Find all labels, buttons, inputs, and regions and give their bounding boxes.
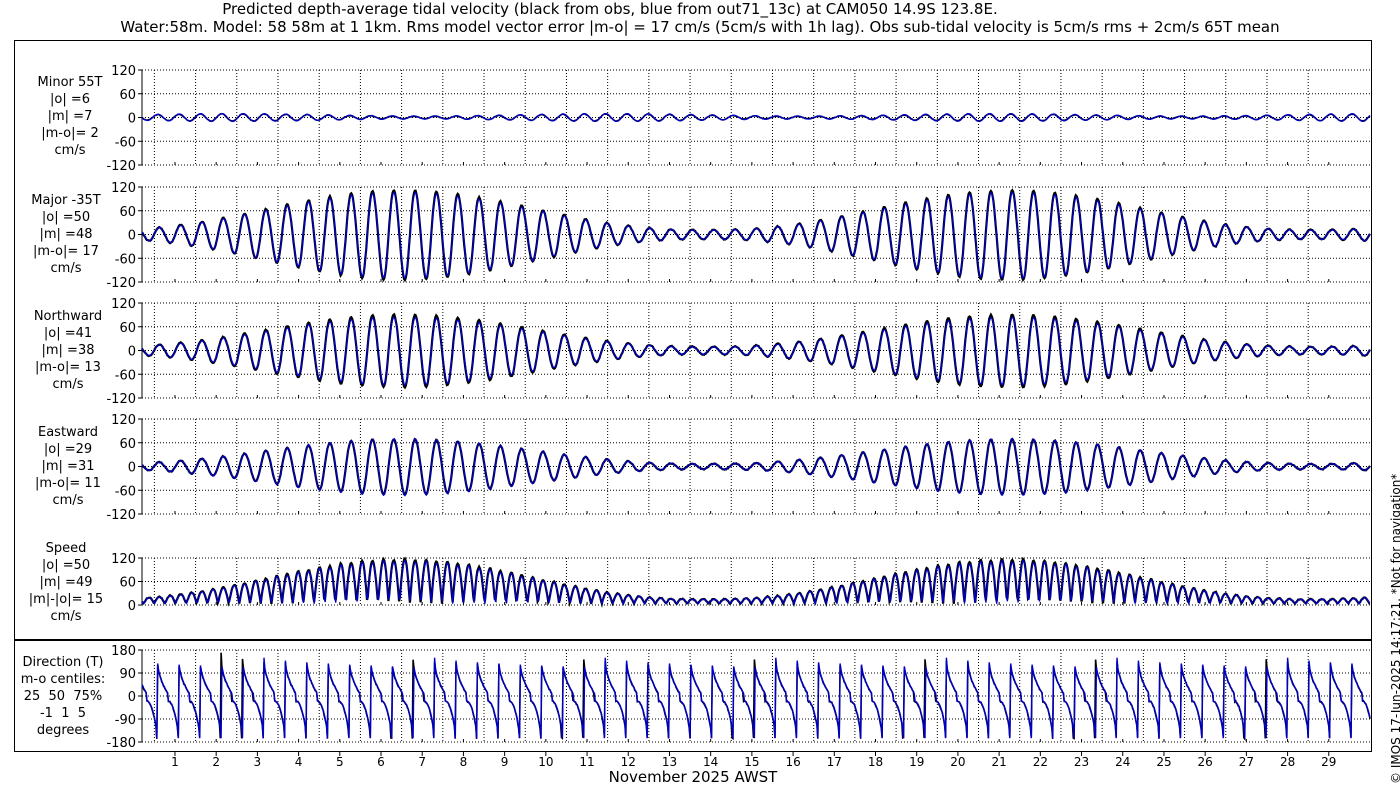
x-tick-label: 27: [1239, 755, 1254, 769]
panel-label-line: |m| =31: [41, 459, 95, 474]
subplot-direction: -180-900901801 2 3 4 5 6 7 8 9 10 11 12 13 14 15 16 17 18…: [106, 644, 1371, 769]
y-tick-label: 0: [128, 690, 136, 705]
panel-label-line: Major -35T: [31, 193, 101, 208]
series-model-line-minor: [141, 112, 1371, 123]
x-tick-label: 2: [212, 755, 220, 769]
y-tick-label: 0: [128, 599, 136, 614]
y-tick-label: 0: [128, 345, 136, 360]
panel-label-line: 25 50 75%: [23, 689, 103, 704]
panel-label-line: |m| =38: [41, 343, 95, 358]
x-tick-label: 23: [1074, 755, 1089, 769]
x-tick-label: 7: [418, 755, 426, 769]
x-tick-label: 20: [950, 755, 965, 769]
panel-label-line: |o| =50: [41, 210, 91, 225]
x-tick-label: 6: [377, 755, 385, 769]
x-tick-label: 24: [1115, 755, 1130, 769]
x-tick-label: 5: [336, 755, 344, 769]
panel-label-line: m-o centiles:: [20, 672, 106, 687]
x-tick-label: 9: [501, 755, 509, 769]
panel-label-line: Minor 55T: [37, 75, 103, 90]
panel-label-north: Northward |o| =41 |m| =38 |m-o|= 13 cm/s: [8, 308, 128, 393]
panel-label-line: |m-o|= 13: [35, 360, 101, 375]
y-tick-label: -120: [106, 159, 136, 174]
panel-label-line: |m|-|o|= 15: [28, 592, 104, 607]
x-tick-label: 25: [1156, 755, 1171, 769]
x-tick-label: 14: [703, 755, 718, 769]
panel-label-line: cm/s: [50, 261, 82, 276]
panel-label-line: Northward: [33, 309, 103, 324]
x-tick-label: 15: [744, 755, 759, 769]
x-tick-label: 12: [621, 755, 636, 769]
subplot-minor: -120-60060120: [106, 64, 1371, 174]
panel-label-east: Eastward |o| =29 |m| =31 |m-o|= 11 cm/s: [8, 424, 128, 509]
panel-label-line: |m| =49: [39, 575, 93, 590]
panel-label-speed: Speed |o| =50 |m| =49 |m|-|o|= 15 cm/s: [6, 540, 126, 625]
series-obs-line-north: [141, 312, 1371, 390]
subplot-speed: 060120: [111, 552, 1371, 614]
panel-label-line: |m| =48: [39, 227, 93, 242]
x-tick-label: 13: [662, 755, 677, 769]
x-tick-label: 4: [295, 755, 303, 769]
x-tick-label: 22: [1033, 755, 1048, 769]
subplot-major: -120-60060120: [106, 181, 1371, 291]
panel-label-line: -1 1 5: [39, 706, 87, 721]
panel-label-line: |o| =6: [49, 92, 90, 107]
x-tick-label: 18: [868, 755, 883, 769]
panel-label-line: Speed: [45, 541, 87, 556]
series-model-line-north: [141, 316, 1371, 387]
panel-label-line: |o| =41: [43, 326, 93, 341]
x-tick-label: 29: [1321, 755, 1336, 769]
x-tick-label: 19: [909, 755, 924, 769]
y-tick-label: 0: [128, 461, 136, 476]
y-tick-label: -120: [106, 508, 136, 523]
tidal-velocity-chart: -120-60060120-120-60060120-120-60060120-…: [14, 64, 1372, 769]
copyright-footnote: © IMOS 17-Jun-2025 14:17:21. *Not for na…: [1389, 473, 1400, 784]
panel-label-line: |m-o|= 2: [41, 126, 99, 141]
x-tick-label: 16: [785, 755, 800, 769]
x-tick-label: 8: [460, 755, 468, 769]
panel-label-line: cm/s: [52, 377, 84, 392]
series-obs-line-major: [141, 188, 1371, 283]
panel-label-minor: Minor 55T |o| =6 |m| =7 |m-o|= 2 cm/s: [10, 74, 130, 159]
panel-label-line: cm/s: [50, 609, 82, 624]
y-tick-label: 0: [128, 229, 136, 244]
subplot-east: -120-60060120: [106, 413, 1371, 523]
x-axis-label: November 2025 AWST: [608, 768, 778, 786]
panel-label-direction: Direction (T) m-o centiles: 25 50 75% -1 1 …: [3, 654, 123, 739]
x-tick-label: 1: [171, 755, 179, 769]
panel-label-line: |m-o|= 11: [35, 476, 101, 491]
x-tick-label: 17: [827, 755, 842, 769]
panel-label-line: |m| =7: [47, 109, 93, 124]
x-tick-label: 26: [1198, 755, 1213, 769]
series-obs-line-speed: [141, 556, 1371, 608]
x-tick-label: 10: [538, 755, 553, 769]
series-model-line-east: [141, 437, 1371, 497]
series-model-line-direction: [141, 657, 1371, 739]
y-tick-label: -120: [106, 276, 136, 291]
panel-label-line: degrees: [36, 723, 90, 738]
panel-label-line: |o| =29: [43, 442, 93, 457]
x-tick-label: 28: [1280, 755, 1295, 769]
series-obs-line-east: [141, 437, 1371, 497]
y-tick-label: -120: [106, 392, 136, 407]
series-model-line-major: [141, 191, 1371, 280]
panel-label-line: |o| =50: [41, 558, 91, 573]
panel-label-line: cm/s: [52, 493, 84, 508]
x-tick-label: 3: [254, 755, 262, 769]
subplot-north: -120-60060120: [106, 297, 1371, 407]
panel-label-line: Eastward: [37, 425, 99, 440]
panel-label-line: cm/s: [54, 143, 86, 158]
x-tick-label: 21: [991, 755, 1006, 769]
x-tick-label: 11: [579, 755, 594, 769]
panel-label-line: |m-o|= 17: [33, 244, 99, 259]
panel-label-major: Major -35T |o| =50 |m| =48 |m-o|= 17 cm/s: [6, 192, 126, 277]
panel-label-line: Direction (T): [22, 655, 104, 670]
